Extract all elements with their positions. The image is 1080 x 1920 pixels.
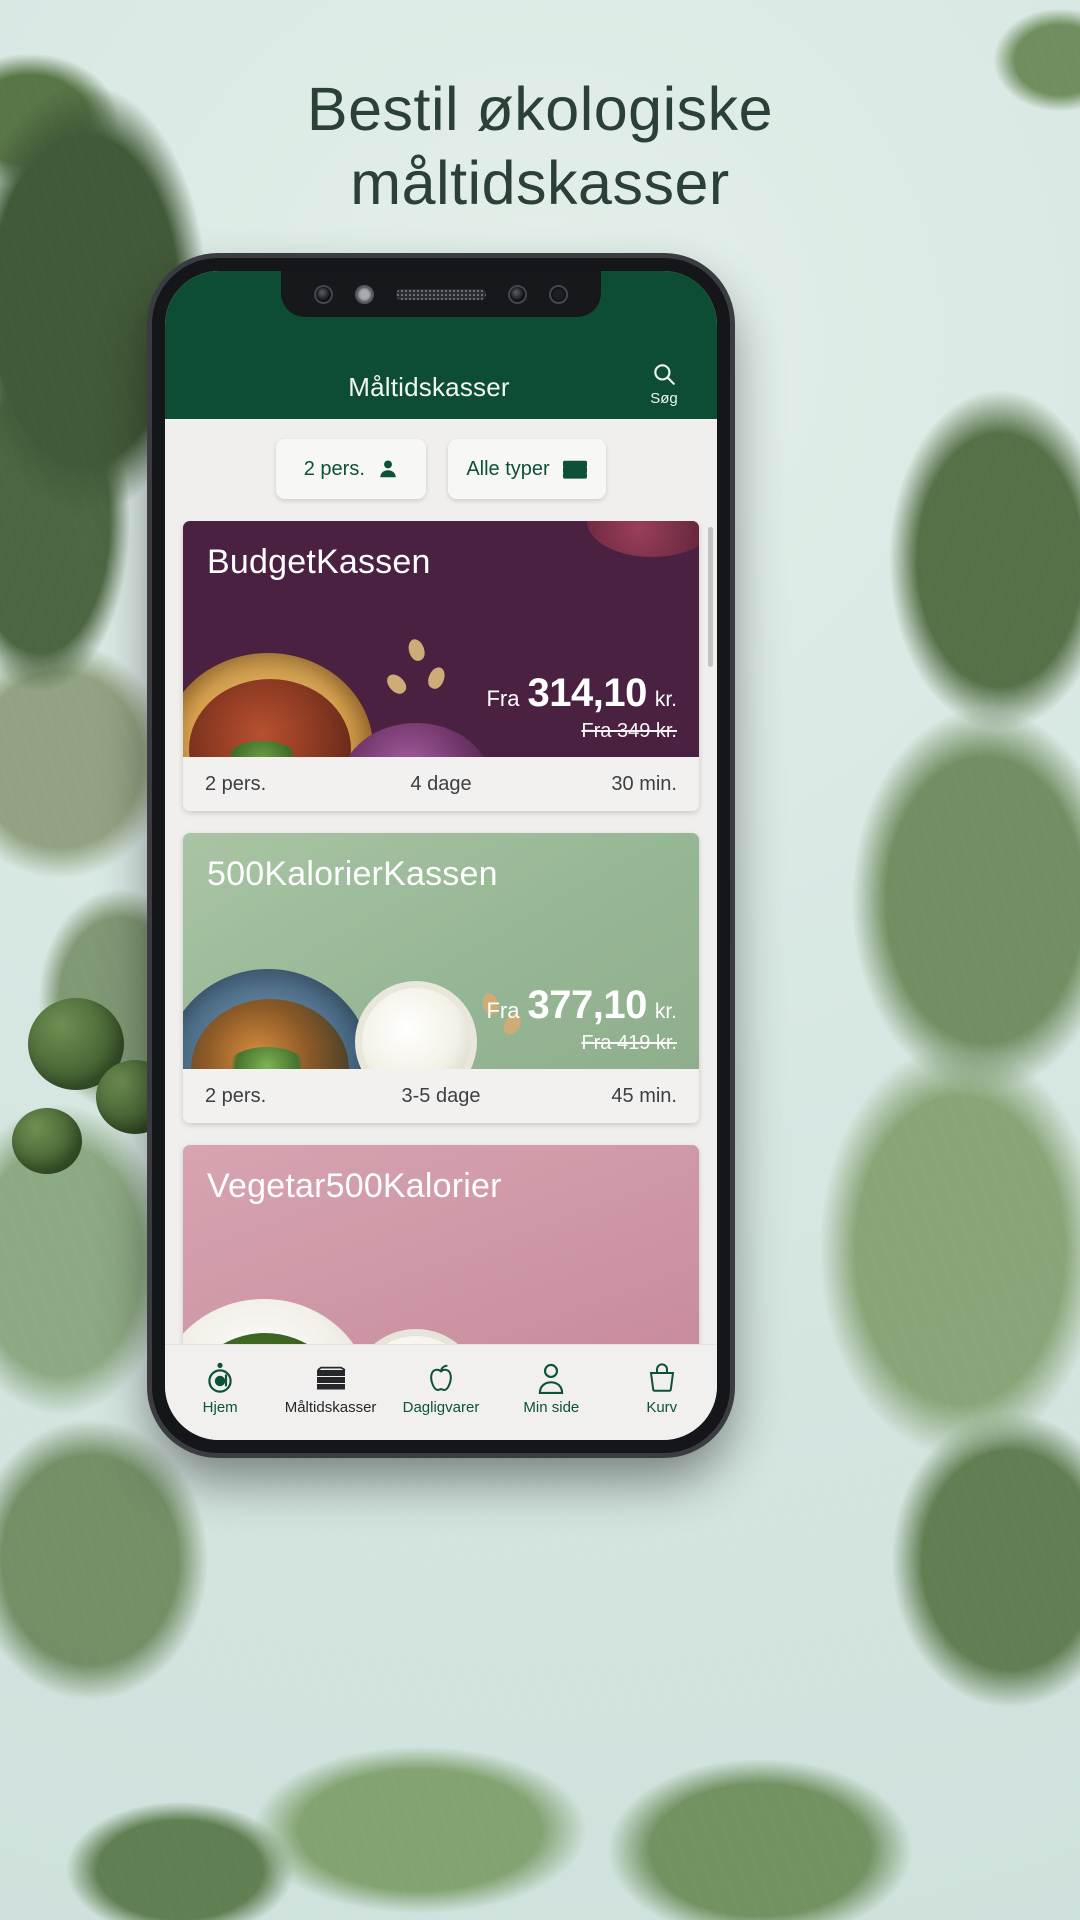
nav-label-dagligvarer: Dagligvarer xyxy=(402,1398,480,1416)
filter-bar: 2 pers. Alle typer xyxy=(165,419,717,521)
card-meta-days: 3-5 dage xyxy=(401,1084,481,1107)
filter-types-label: Alle typer xyxy=(466,457,550,480)
crate-icon xyxy=(562,458,588,480)
headline-line-2: måltidskasser xyxy=(350,149,730,218)
seed-decoration xyxy=(383,670,410,698)
apple-icon xyxy=(426,1360,456,1394)
person-icon xyxy=(537,1360,565,1394)
price-prefix: Fra xyxy=(486,998,520,1023)
seed-decoration xyxy=(405,637,428,663)
crate-icon xyxy=(314,1360,348,1394)
marketing-screenshot: Bestil økologiske måltidskasser Måltidsk… xyxy=(0,0,1080,1920)
meal-box-card[interactable]: BudgetKassen Fra 314,10 kr. Fra 349 kr. … xyxy=(183,521,699,811)
phone-notch xyxy=(281,271,601,317)
filter-chip-persons[interactable]: 2 pers. xyxy=(276,439,427,499)
nav-label-min-side: Min side xyxy=(523,1398,580,1416)
search-icon xyxy=(651,361,677,387)
nav-item-kurv[interactable]: Kurv xyxy=(610,1360,714,1416)
search-label: Søg xyxy=(650,390,678,407)
card-meta-persons: 2 pers. xyxy=(205,1084,267,1107)
card-meta-row: 2 pers. 4 dage 30 min. xyxy=(183,757,699,811)
nav-label-hjem: Hjem xyxy=(202,1398,238,1416)
scrollbar-thumb[interactable] xyxy=(708,527,713,667)
card-meta-time: 45 min. xyxy=(611,1084,677,1107)
person-icon xyxy=(377,458,399,480)
seed-decoration xyxy=(425,664,448,692)
nav-item-maltidskasser[interactable]: Måltidskasser xyxy=(279,1360,383,1416)
price-prefix: Fra xyxy=(486,686,520,711)
card-hero: 500KalorierKassen Fra 377,10 kr. Fra 419… xyxy=(183,833,699,1069)
card-price-block: Fra 377,10 kr. Fra 419 kr. xyxy=(486,983,677,1055)
meal-box-list[interactable]: BudgetKassen Fra 314,10 kr. Fra 349 kr. … xyxy=(165,521,717,1344)
dip-bowl-photo xyxy=(355,981,477,1069)
price-currency: kr. xyxy=(654,1000,677,1023)
card-price-current: Fra 377,10 kr. xyxy=(486,983,677,1028)
card-price-original: Fra 419 kr. xyxy=(581,1032,677,1054)
card-meta-persons: 2 pers. xyxy=(205,772,267,795)
nav-label-maltidskasser: Måltidskasser xyxy=(284,1398,377,1416)
nav-item-hjem[interactable]: Hjem xyxy=(168,1360,272,1416)
search-button[interactable]: Søg xyxy=(633,361,695,409)
filter-chip-types[interactable]: Alle typer xyxy=(448,439,606,499)
page-title: Bestil økologiske måltidskasser xyxy=(0,72,1080,221)
price-currency: kr. xyxy=(654,688,677,711)
basket-icon xyxy=(647,1360,677,1394)
front-camera-icon xyxy=(508,284,527,304)
meal-box-card[interactable]: Vegetar500Kalorier Fra 341,10 kr. xyxy=(183,1145,699,1344)
headline-line-1: Bestil økologiske xyxy=(306,75,774,143)
card-hero: Vegetar500Kalorier Fra 341,10 kr. xyxy=(183,1145,699,1344)
card-price-current: Fra 314,10 kr. xyxy=(486,671,677,716)
price-amount: 314,10 xyxy=(527,671,647,715)
dip-bowl-photo xyxy=(351,1329,481,1344)
meal-box-card[interactable]: 500KalorierKassen Fra 377,10 kr. Fra 419… xyxy=(183,833,699,1123)
bottom-navigation: Hjem Måltidskasser Dagligvarer Min side … xyxy=(165,1344,717,1440)
proximity-sensor-icon xyxy=(355,284,374,304)
nav-item-dagligvarer[interactable]: Dagligvarer xyxy=(389,1360,493,1416)
nav-label-kurv: Kurv xyxy=(646,1398,678,1416)
filter-persons-label: 2 pers. xyxy=(303,457,365,480)
light-sensor-icon xyxy=(549,284,568,304)
card-meta-days: 4 dage xyxy=(410,772,472,795)
aarstiderne-logo-icon xyxy=(205,1360,235,1394)
card-meta-time: 30 min. xyxy=(611,772,677,795)
app-header-title: Måltidskasser xyxy=(348,372,510,402)
broccoli-decoration xyxy=(12,1108,82,1174)
card-title: BudgetKassen xyxy=(207,543,431,581)
front-camera-icon xyxy=(314,284,333,304)
card-meta-row: 2 pers. 3-5 dage 45 min. xyxy=(183,1069,699,1123)
nav-item-min-side[interactable]: Min side xyxy=(499,1360,603,1416)
card-title: Vegetar500Kalorier xyxy=(207,1167,502,1205)
card-price-block: Fra 314,10 kr. Fra 349 kr. xyxy=(486,671,677,743)
card-hero: BudgetKassen Fra 314,10 kr. Fra 349 kr. xyxy=(183,521,699,757)
card-title: 500KalorierKassen xyxy=(207,855,498,893)
phone-screen: Måltidskasser Søg 2 pers. Alle typer Bud… xyxy=(165,271,717,1440)
card-price-original: Fra 349 kr. xyxy=(581,720,677,742)
price-amount: 377,10 xyxy=(527,983,647,1027)
phone-mockup: Måltidskasser Søg 2 pers. Alle typer Bud… xyxy=(152,258,730,1453)
earpiece-speaker-icon xyxy=(396,288,486,300)
